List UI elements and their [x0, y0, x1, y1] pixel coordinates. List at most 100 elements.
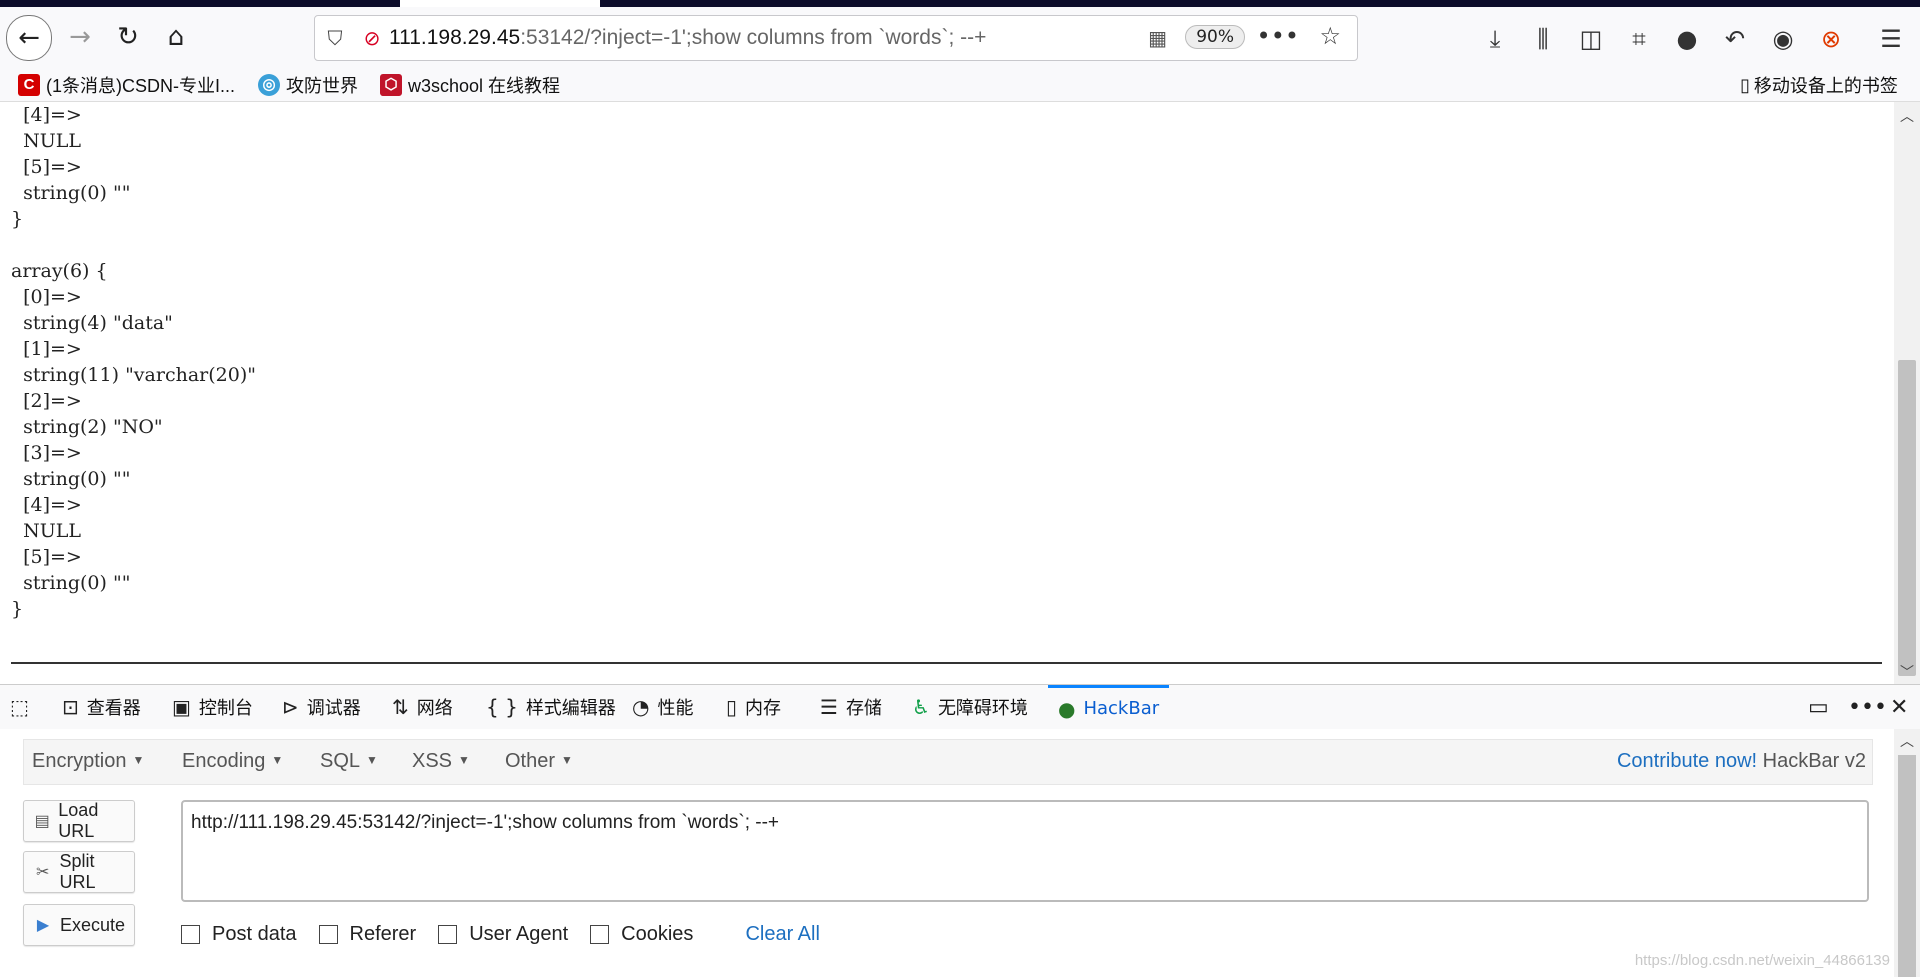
- tab-accessibility[interactable]: ♿ 无障碍环境: [912, 685, 1028, 729]
- arrow-left-icon: ←: [18, 23, 40, 53]
- page-actions-icon[interactable]: •••: [1257, 22, 1299, 50]
- chat-icon[interactable]: ●: [1671, 25, 1703, 53]
- option-label: Post data: [212, 923, 297, 945]
- hackbar-icon: ●: [1058, 696, 1076, 721]
- tab-console[interactable]: ▣ 控制台: [172, 685, 253, 729]
- undo-icon[interactable]: ↶: [1719, 25, 1751, 53]
- devtools-options-icon[interactable]: •••: [1848, 695, 1887, 720]
- scissors-icon: ✂: [36, 864, 50, 881]
- clear-all-link[interactable]: Clear All: [745, 923, 819, 946]
- home-icon: ⌂: [167, 22, 185, 52]
- tab-performance[interactable]: ◔ 性能: [632, 685, 693, 729]
- checkbox[interactable]: [438, 925, 458, 944]
- globe-icon: ◎: [258, 74, 280, 96]
- play-icon: ▶: [36, 917, 50, 934]
- tab-label: 内存: [745, 698, 782, 719]
- menu-sql[interactable]: SQL ▼: [320, 750, 378, 773]
- pick-element-icon: ⬚: [10, 695, 29, 719]
- hackbar-panel: Encryption ▼ Encoding ▼ SQL ▼ XSS ▼ Other ▼ C…: [0, 729, 1894, 977]
- scroll-up-icon[interactable]: ︿: [1894, 106, 1920, 126]
- scroll-up-icon[interactable]: ︿: [1894, 731, 1920, 751]
- tab-label: 查看器: [86, 698, 141, 719]
- menu-label: Encoding: [182, 750, 266, 772]
- download-icon[interactable]: ⤓: [1479, 25, 1511, 53]
- menu-icon[interactable]: ☰: [1875, 25, 1907, 53]
- menu-encryption[interactable]: Encryption ▼: [32, 750, 144, 773]
- mobile-device-icon: ▯: [1740, 74, 1750, 95]
- tab-inspector[interactable]: ⊡ 查看器: [62, 685, 141, 729]
- storage-icon: ☰: [820, 695, 838, 719]
- scrollbar-thumb[interactable]: [1898, 360, 1916, 676]
- bookmark-label: w3school 在线教程: [408, 76, 561, 96]
- option-referer[interactable]: Referer: [318, 923, 416, 946]
- console-icon: ▣: [172, 695, 191, 719]
- load-icon: ▤: [34, 813, 50, 830]
- option-post-data[interactable]: Post data: [181, 923, 297, 946]
- page-scrollbar[interactable]: ︿ ﹀: [1894, 102, 1920, 684]
- checkbox[interactable]: [181, 925, 200, 944]
- url-text[interactable]: 111.198.29.45:53142/?inject=-1';show col…: [389, 26, 986, 50]
- execute-button[interactable]: ▶ Execute: [23, 904, 135, 946]
- menu-other[interactable]: Other ▼: [505, 750, 573, 773]
- account-icon[interactable]: ◉: [1767, 25, 1799, 53]
- screenshot-icon[interactable]: ⌗: [1623, 25, 1655, 53]
- tab-label: 样式编辑器: [525, 698, 616, 719]
- load-url-button[interactable]: ▤ Load URL: [23, 800, 135, 842]
- csdn-icon: C: [18, 74, 40, 96]
- hackbar-options: Post data Referer User Agent Cookies Cle…: [181, 923, 820, 946]
- element-picker-button[interactable]: ⬚: [10, 685, 37, 729]
- close-devtools-icon[interactable]: ✕: [1890, 695, 1908, 720]
- tab-style-editor[interactable]: { } 样式编辑器: [486, 685, 616, 729]
- scrollbar-thumb[interactable]: [1898, 755, 1916, 977]
- network-icon: ⇅: [392, 695, 409, 719]
- library-icon[interactable]: ⫼: [1527, 25, 1559, 53]
- hackbar-version: HackBar v2: [1762, 750, 1866, 772]
- navigation-toolbar: ← → ↻ ⌂ ⛉ ⊘ 111.198.29.45:53142/?inject=…: [0, 7, 1920, 67]
- tab-memory[interactable]: ▯ 内存: [726, 685, 781, 729]
- bookmark-w3school[interactable]: ⬡ w3school 在线教程: [380, 72, 560, 98]
- hackbar-url-input[interactable]: http://111.198.29.45:53142/?inject=-1';s…: [181, 800, 1869, 902]
- active-tab[interactable]: [400, 0, 600, 7]
- option-label: User Agent: [469, 923, 569, 945]
- reload-button[interactable]: ↻: [106, 15, 150, 59]
- mobile-bookmarks[interactable]: ▯ 移动设备上的书签: [1740, 72, 1898, 98]
- tab-hackbar[interactable]: ● HackBar: [1048, 685, 1170, 729]
- insecure-connection-icon[interactable]: ⊘: [355, 26, 389, 50]
- url-bar[interactable]: ⛉ ⊘ 111.198.29.45:53142/?inject=-1';show…: [314, 15, 1358, 61]
- bookmark-star-icon[interactable]: ☆: [1319, 22, 1341, 50]
- extension-icon[interactable]: ⊗: [1815, 25, 1847, 53]
- caret-down-icon: ▼: [271, 753, 284, 767]
- menu-encoding[interactable]: Encoding ▼: [182, 750, 283, 773]
- contribute-link[interactable]: Contribute now!: [1617, 750, 1757, 772]
- scroll-down-icon[interactable]: ﹀: [1894, 662, 1920, 682]
- caret-down-icon: ▼: [366, 753, 378, 767]
- menu-xss[interactable]: XSS ▼: [412, 750, 470, 773]
- forward-button[interactable]: →: [58, 15, 102, 59]
- qr-code-icon[interactable]: ▦: [1148, 26, 1167, 50]
- responsive-design-icon[interactable]: ▭: [1808, 695, 1829, 720]
- back-button[interactable]: ←: [6, 15, 52, 61]
- tab-debugger[interactable]: ⊳ 调试器: [282, 685, 361, 729]
- bookmark-csdn[interactable]: C (1条消息)CSDN-专业I...: [18, 72, 235, 98]
- sidebar-icon[interactable]: ◫: [1575, 25, 1607, 53]
- menu-label: SQL: [320, 750, 361, 772]
- tracking-shield-icon[interactable]: ⛉: [315, 26, 355, 50]
- bookmark-gongfang[interactable]: ◎ 攻防世界: [258, 72, 358, 98]
- option-user-agent[interactable]: User Agent: [438, 923, 568, 946]
- option-cookies[interactable]: Cookies: [590, 923, 693, 946]
- hackbar-scrollbar[interactable]: ︿: [1894, 729, 1920, 977]
- reload-icon: ↻: [117, 22, 139, 52]
- hackbar-menu: Encryption ▼ Encoding ▼ SQL ▼ XSS ▼ Other ▼ C…: [23, 739, 1873, 785]
- home-button[interactable]: ⌂: [154, 15, 198, 59]
- tab-label: HackBar: [1083, 698, 1160, 719]
- tab-network[interactable]: ⇅ 网络: [392, 685, 453, 729]
- split-url-button[interactable]: ✂ Split URL: [23, 851, 135, 893]
- button-label: Load URL: [58, 800, 99, 841]
- tab-storage[interactable]: ☰ 存储: [820, 685, 882, 729]
- caret-down-icon: ▼: [132, 753, 145, 767]
- url-host: 111.198.29.45: [389, 26, 521, 49]
- zoom-level-badge[interactable]: 90%: [1185, 25, 1245, 49]
- checkbox[interactable]: [318, 925, 338, 944]
- checkbox[interactable]: [590, 925, 610, 944]
- button-label: Execute: [60, 914, 126, 935]
